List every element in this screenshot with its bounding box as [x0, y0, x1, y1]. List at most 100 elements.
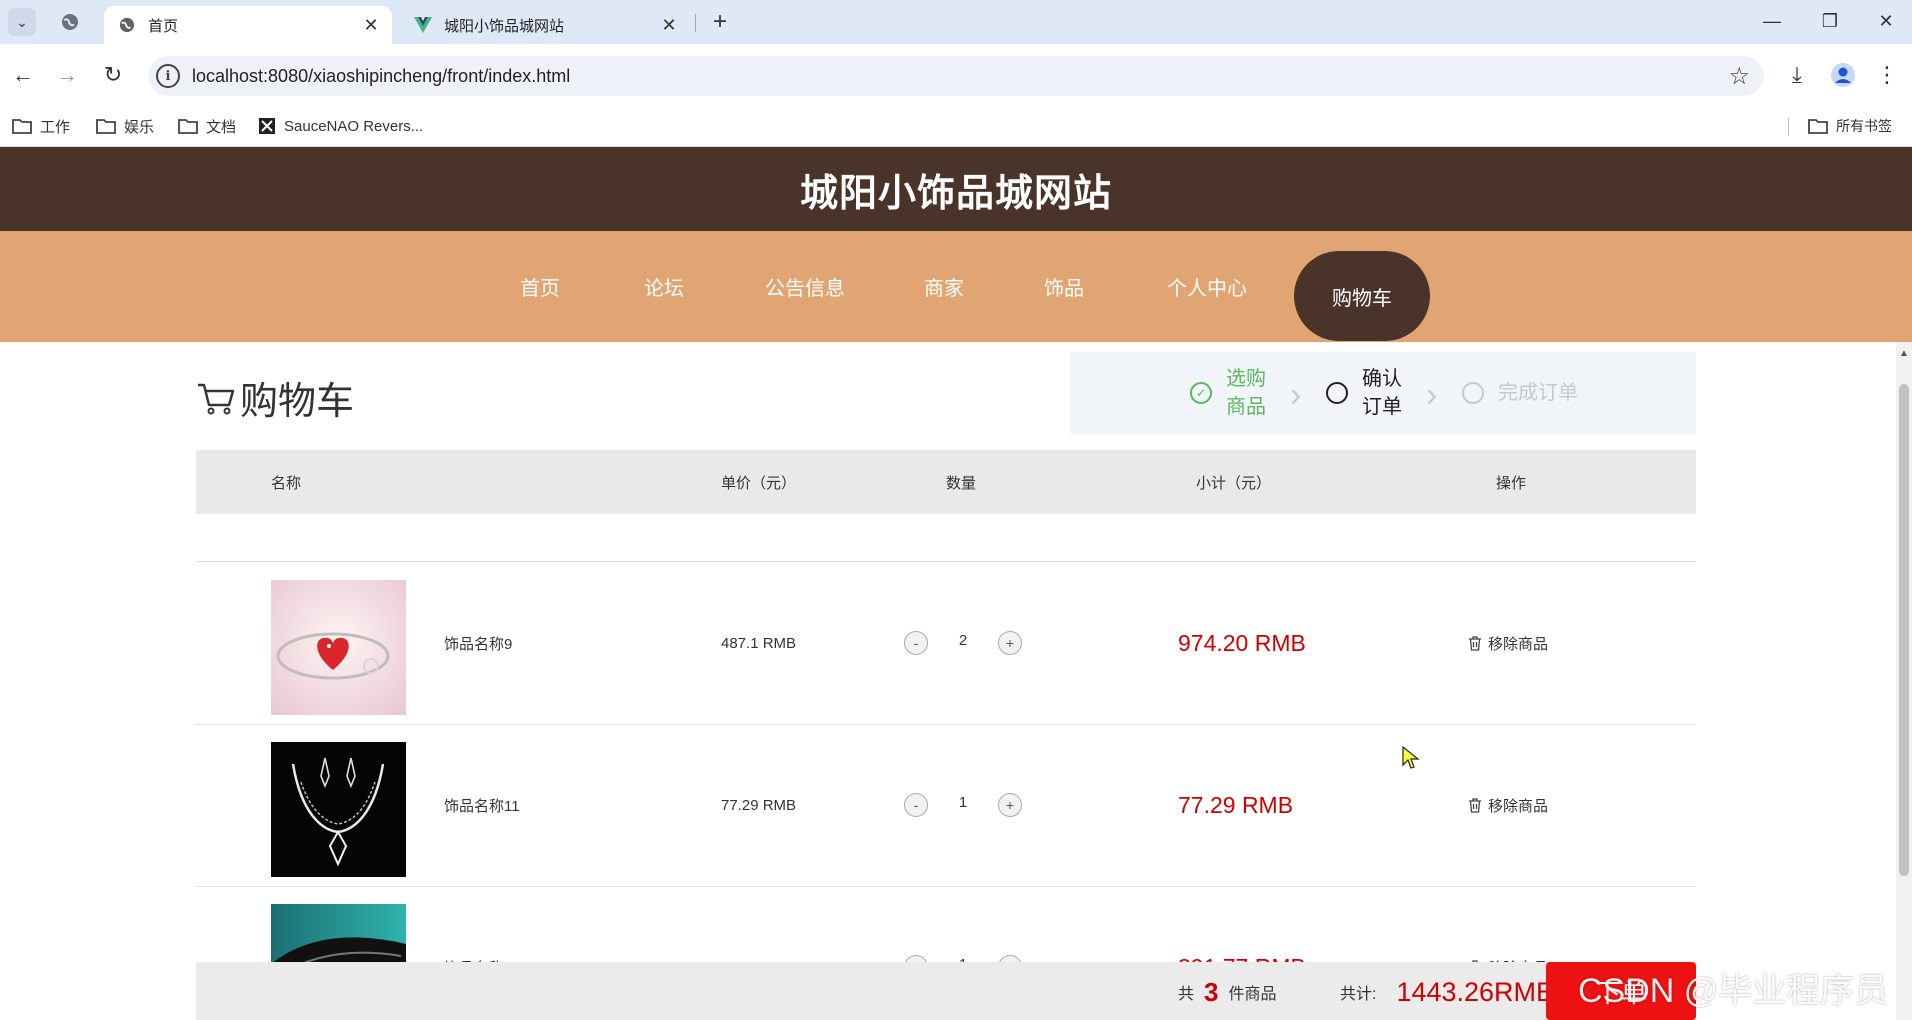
browser-toolbar: ← → ↻ i localhost:8080/xiaoshipincheng/f… [0, 44, 1912, 106]
qty-plus-button[interactable]: + [998, 631, 1022, 655]
step-complete-order: 完成订单 [1462, 352, 1578, 434]
more-menu-icon[interactable]: ⋮ [1870, 58, 1904, 92]
cart-page: 购物车 ✓ 选购商品 › 确认订单 › 完成订单 名称 单价（元） 数量 小计（… [0, 342, 1912, 1020]
restore-icon[interactable]: ❐ [1806, 6, 1854, 36]
address-bar[interactable]: i localhost:8080/xiaoshipincheng/front/i… [148, 56, 1764, 96]
count-value: 3 [1204, 976, 1219, 1007]
forward-arrow-icon[interactable]: → [50, 58, 84, 92]
count-suffix: 件商品 [1228, 986, 1277, 1003]
qty-value[interactable]: 1 [928, 794, 998, 811]
nav-item-accessories[interactable]: 饰品 [1024, 231, 1104, 342]
all-bookmarks-item[interactable]: 所有书签 [1808, 114, 1892, 138]
tab-search-button[interactable]: ⌄ [8, 8, 36, 36]
count-prefix: 共 [1178, 986, 1195, 1003]
close-tab-icon[interactable]: ✕ [656, 15, 682, 36]
trash-icon [1468, 797, 1482, 813]
cart-row: 饰品名称11 77.29 RMB - 1 + 77.29 RMB 移除商品 [196, 724, 1696, 887]
saucenao-icon [258, 117, 276, 135]
chevron-right-icon: › [1290, 376, 1302, 414]
close-window-icon[interactable]: ✕ [1862, 6, 1910, 36]
unit-price: 77.29 RMB [721, 796, 797, 814]
cart-total: 共计: 1443.26RMB [1340, 962, 1554, 1020]
scrollbar-thumb[interactable] [1899, 384, 1909, 876]
product-image-necklace[interactable] [271, 742, 406, 877]
pinned-tab-globe-icon[interactable] [58, 10, 82, 34]
remove-label: 移除商品 [1488, 635, 1549, 653]
bookmark-item[interactable]: 文档 [178, 114, 236, 138]
item-count: 共 3 件商品 [1178, 962, 1277, 1020]
profile-avatar-icon[interactable] [1826, 58, 1860, 92]
bookmark-item[interactable]: 娱乐 [96, 114, 154, 138]
browser-tab-inactive[interactable]: 城阳小饰品城网站 ✕ [400, 6, 690, 44]
new-tab-plus-icon[interactable]: + [706, 8, 734, 36]
col-price: 单价（元） [721, 474, 797, 492]
step-label: 商品 [1226, 396, 1266, 418]
nav-item-profile[interactable]: 个人中心 [1150, 231, 1264, 342]
minimize-icon[interactable]: — [1748, 6, 1796, 36]
nav-item-merchants[interactable]: 商家 [904, 231, 984, 342]
step-label: 选购 [1226, 368, 1266, 390]
total-value: 1443.26RMB [1396, 976, 1555, 1007]
item-subtotal: 974.20 RMB [1178, 562, 1306, 724]
bookmark-label: 娱乐 [124, 118, 155, 136]
bookmarks-separator [1788, 118, 1789, 136]
remove-item-button[interactable]: 移除商品 [1468, 724, 1548, 886]
check-circle-icon: ✓ [1190, 382, 1212, 404]
folder-icon [96, 118, 116, 134]
col-subtotal: 小计（元） [1196, 474, 1272, 492]
checkout-steps: ✓ 选购商品 › 确认订单 › 完成订单 [1070, 352, 1696, 434]
qty-minus-button[interactable]: - [904, 631, 928, 655]
nav-item-notices[interactable]: 公告信息 [750, 231, 860, 342]
cart-row: 饰品名称9 487.1 RMB - 2 + 974.20 RMB 移除商品 [196, 562, 1696, 725]
nav-item-cart[interactable]: 购物车 [1294, 251, 1430, 341]
chevron-right-icon: › [1426, 376, 1438, 414]
site-title-banner: 城阳小饰品城网站 [0, 147, 1912, 231]
product-name[interactable]: 饰品名称9 [444, 562, 512, 724]
folder-icon [178, 118, 198, 134]
col-name: 名称 [271, 474, 302, 492]
quantity-stepper: - 2 + [904, 562, 1022, 724]
browser-tab-active[interactable]: 首页 ✕ [104, 6, 392, 44]
site-info-icon[interactable]: i [156, 64, 180, 88]
qty-value[interactable]: 2 [928, 632, 998, 649]
url-text[interactable]: localhost:8080/xiaoshipincheng/front/ind… [192, 66, 570, 87]
item-subtotal: 77.29 RMB [1178, 724, 1293, 886]
cart-title-text: 购物车 [240, 380, 355, 423]
page-scrollbar[interactable]: ▲ [1896, 342, 1912, 1020]
product-image-heart-ring[interactable] [271, 580, 406, 715]
step-label: 完成订单 [1498, 382, 1578, 404]
download-icon[interactable]: ⤓ [1780, 58, 1814, 92]
remove-item-button[interactable]: 移除商品 [1468, 562, 1548, 724]
step-confirm-order: 确认 订单 [1326, 352, 1402, 434]
site-title: 城阳小饰品城网站 [799, 172, 1112, 215]
page-title: 购物车 [196, 372, 355, 423]
tab-separator [695, 14, 696, 32]
qty-minus-button[interactable]: - [904, 793, 928, 817]
back-arrow-icon[interactable]: ← [6, 58, 40, 92]
col-action: 操作 [1496, 474, 1527, 492]
shopping-cart-icon [198, 383, 235, 415]
subtotal-value: 974.20 RMB [1178, 629, 1306, 656]
bookmarks-bar: 工作 娱乐 文档 SauceNAO Revers... 所有书签 [0, 106, 1912, 147]
bookmark-star-icon[interactable]: ☆ [1728, 62, 1750, 91]
qty-plus-button[interactable]: + [998, 793, 1022, 817]
browser-tab-bar: ⌄ 首页 ✕ 城阳小饰品城网站 ✕ + — ❐ ✕ [0, 0, 1912, 44]
main-nav: 首页 论坛 公告信息 商家 饰品 个人中心 购物车 [0, 231, 1912, 342]
step-label: 确认 [1362, 368, 1402, 390]
close-tab-icon[interactable]: ✕ [358, 15, 384, 36]
scroll-up-arrow-icon[interactable]: ▲ [1899, 348, 1909, 359]
globe-icon [118, 16, 136, 34]
bookmark-item[interactable]: 工作 [12, 114, 70, 138]
unit-price: 487.1 RMB [721, 634, 797, 652]
col-qty: 数量 [946, 474, 977, 492]
nav-item-home[interactable]: 首页 [500, 231, 580, 342]
step-label: 订单 [1362, 396, 1402, 418]
folder-icon [12, 118, 32, 134]
nav-item-forum[interactable]: 论坛 [624, 231, 704, 342]
bookmark-item[interactable]: SauceNAO Revers... [258, 114, 423, 138]
total-label: 共计: [1340, 986, 1377, 1003]
product-name[interactable]: 饰品名称11 [444, 724, 520, 886]
step-select-goods: ✓ 选购商品 [1190, 352, 1266, 434]
reload-icon[interactable]: ↻ [96, 58, 130, 92]
folder-icon [1808, 118, 1828, 134]
